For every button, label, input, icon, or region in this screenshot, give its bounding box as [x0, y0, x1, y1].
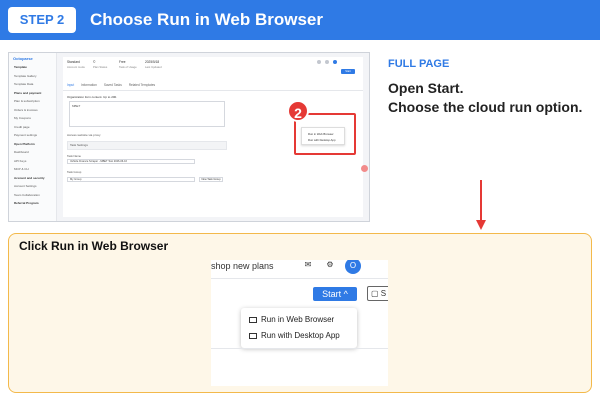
shop-new-plans-link[interactable]: shop new plans: [211, 261, 274, 271]
sidebar-item[interactable]: Referral Program: [14, 201, 39, 205]
task-group-label: Task Group: [67, 170, 82, 174]
new-task-group-button[interactable]: New Task Group: [199, 177, 223, 182]
step-title: Choose Run in Web Browser: [90, 10, 323, 29]
sidebar-item[interactable]: My Coupons: [14, 116, 31, 120]
sidebar-item[interactable]: Open Platform: [14, 142, 35, 146]
sidebar-item[interactable]: Account and security: [14, 176, 45, 180]
app-tabs: Input Information Saved Tasks Related Te…: [67, 83, 161, 87]
menu-run-web-browser[interactable]: Run in Web Browser: [249, 313, 334, 327]
instruction-line-2: Choose the cloud run option.: [388, 99, 583, 115]
divider: [63, 90, 363, 91]
proxy-checkbox[interactable]: Access website via proxy: [67, 133, 101, 137]
browser-icon: [249, 317, 257, 323]
step-badge: STEP 2: [8, 7, 76, 33]
meta-label: Last Updated: [145, 65, 162, 69]
divider: [211, 278, 388, 279]
sidebar-item[interactable]: Plan & subscription: [14, 99, 40, 103]
tab-related-templates[interactable]: Related Templates: [129, 83, 155, 87]
menu-item-label: Run with Desktop App: [261, 331, 340, 340]
sidebar-item[interactable]: Plans and payment: [14, 91, 41, 95]
meta-value: Free: [119, 60, 126, 64]
sidebar-item[interactable]: Template: [14, 65, 27, 69]
step-header: STEP 2 Choose Run in Web Browser: [0, 0, 600, 40]
menu-item-label: Run in Web Browser: [261, 315, 335, 324]
app-sidebar: Octoparse Template Template Gallery Templa…: [9, 53, 57, 221]
callout-title: Click Run in Web Browser: [19, 239, 169, 253]
menu-run-desktop-app[interactable]: Run with Desktop App: [308, 138, 336, 142]
avatar[interactable]: O: [345, 260, 361, 274]
sidebar-item[interactable]: MCP & CLI: [14, 167, 29, 171]
meta-value: Standard: [67, 60, 80, 64]
feedback-dot: [361, 165, 368, 172]
secondary-button-label: S: [380, 289, 387, 298]
divider: [211, 348, 388, 349]
app-logo: Octoparse: [13, 56, 33, 61]
meta-value: ©: [93, 60, 96, 64]
start-dropdown-menu: Run in Web Browser Run with Desktop App: [301, 127, 345, 145]
start-button[interactable]: Start ^: [313, 287, 357, 301]
sidebar-item[interactable]: Dashboard: [14, 150, 29, 154]
meta-label: Account mode: [67, 65, 85, 69]
settings-icon[interactable]: ⚙: [325, 260, 335, 270]
step-number-badge: 2: [287, 100, 309, 122]
sidebar-item[interactable]: Template Data: [14, 82, 33, 86]
meta-label: Task of Usage: [119, 65, 137, 69]
sidebar-item[interactable]: Team Collaboration: [14, 193, 40, 197]
url-textarea[interactable]: MBET: [69, 101, 225, 127]
sidebar-item[interactable]: Credit page: [14, 125, 30, 129]
mail-icon[interactable]: [317, 60, 321, 64]
tab-information[interactable]: Information: [81, 83, 97, 87]
tab-saved-tasks[interactable]: Saved Tasks: [104, 83, 122, 87]
section-label: FULL PAGE: [388, 58, 450, 70]
desktop-icon: [249, 333, 257, 339]
mail-icon[interactable]: ✉: [303, 260, 313, 270]
zoom-callout: Click Run in Web Browser shop new plans …: [8, 233, 592, 393]
instruction-line-1: Open Start.: [388, 80, 464, 96]
task-name-label: Task Name: [67, 154, 81, 158]
sidebar-item[interactable]: Orders & invoices: [14, 108, 38, 112]
arrow-down-icon: [480, 180, 482, 220]
start-button[interactable]: Start: [341, 69, 355, 74]
sidebar-item[interactable]: API Keys: [14, 159, 26, 163]
sidebar-item[interactable]: Payment settings: [14, 133, 37, 137]
menu-run-web-browser[interactable]: Run in Web Browser: [308, 132, 334, 136]
avatar[interactable]: [333, 60, 337, 64]
meta-value: 2025/5/18: [145, 60, 160, 64]
task-group-select[interactable]: My Group: [67, 177, 195, 182]
sidebar-item[interactable]: Template Gallery: [14, 74, 37, 78]
tab-input[interactable]: Input: [67, 83, 74, 87]
task-name-input[interactable]: Vehicle Finance Scraper - MBET Test 2026…: [67, 159, 195, 164]
secondary-button[interactable]: ▢ S: [367, 286, 388, 301]
sidebar-item[interactable]: Account Settings: [14, 184, 37, 188]
full-page-screenshot: Octoparse Template Template Gallery Templa…: [8, 52, 370, 222]
settings-icon[interactable]: [325, 60, 329, 64]
start-dropdown-menu: Run in Web Browser Run with Desktop App: [241, 308, 357, 348]
zoomed-screenshot: shop new plans ✉ ⚙ O Start ^ ▢ S Run in …: [211, 260, 388, 386]
url-textarea-value: MBET: [72, 104, 81, 108]
arrow-head-icon: [476, 220, 486, 230]
meta-label: Plan Status: [93, 65, 108, 69]
url-label: Organization form content. Up to 200.: [67, 95, 118, 99]
menu-run-desktop-app[interactable]: Run with Desktop App: [249, 329, 340, 343]
task-settings-panel[interactable]: Task Settings: [67, 141, 227, 150]
